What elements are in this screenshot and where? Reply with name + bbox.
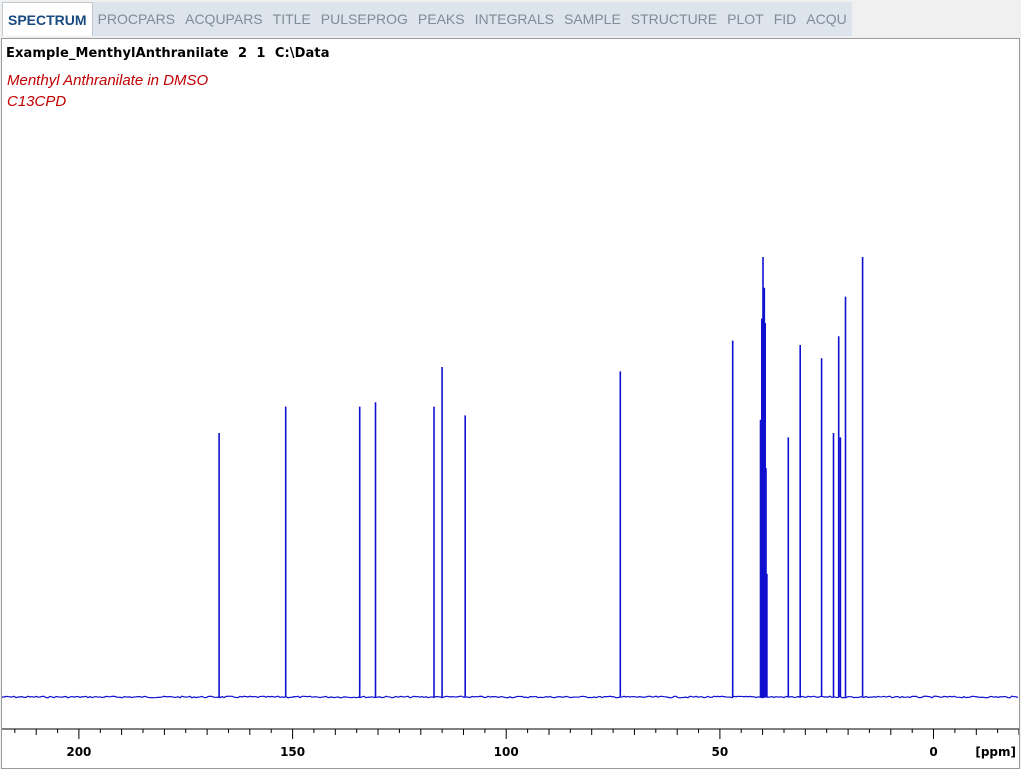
tick-label-200: 200 — [66, 745, 91, 759]
spectrum-plot[interactable]: 200 150 100 50 0 [ppm] — [2, 39, 1019, 768]
tab-procpars[interactable]: PROCPARS — [93, 2, 181, 36]
tab-spectrum[interactable]: SPECTRUM — [2, 2, 93, 36]
tab-plot[interactable]: PLOT — [722, 2, 769, 36]
tab-structure[interactable]: STRUCTURE — [626, 2, 722, 36]
tab-pulseprog[interactable]: PULSEPROG — [316, 2, 413, 36]
tab-fid[interactable]: FID — [769, 2, 802, 36]
tab-acqupars[interactable]: ACQUPARS — [180, 2, 268, 36]
tick-label-100: 100 — [494, 745, 519, 759]
tab-integrals[interactable]: INTEGRALS — [470, 2, 559, 36]
x-axis-label: [ppm] — [975, 745, 1016, 759]
tab-title[interactable]: TITLE — [268, 2, 316, 36]
tick-label-50: 50 — [712, 745, 729, 759]
tick-label-0: 0 — [929, 745, 937, 759]
tick-label-150: 150 — [280, 745, 305, 759]
tab-sample[interactable]: SAMPLE — [559, 2, 626, 36]
spectrum-baseline — [2, 695, 1019, 699]
tab-bar: SPECTRUM PROCPARS ACQUPARS TITLE PULSEPROG PE… — [0, 0, 1021, 37]
tab-strip: SPECTRUM PROCPARS ACQUPARS TITLE PULSEPROG PE… — [2, 2, 852, 36]
spectrum-pane[interactable]: Example_MenthylAnthranilate 2 1 C:\Data … — [1, 38, 1020, 769]
peaks-group — [218, 257, 864, 697]
tab-acqu[interactable]: ACQU — [801, 2, 851, 36]
x-axis-ticks: 200 150 100 50 0 — [14, 729, 1019, 759]
tab-peaks[interactable]: PEAKS — [413, 2, 470, 36]
